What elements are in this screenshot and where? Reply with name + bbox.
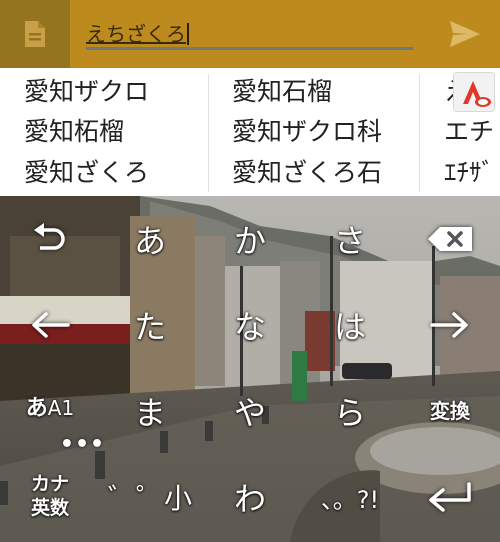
candidate-item[interactable]: 愛知ザクロ (24, 79, 149, 104)
enter-key[interactable] (400, 454, 500, 540)
backspace-key[interactable] (400, 196, 500, 282)
key-wa[interactable]: わ (200, 454, 300, 540)
candidate-item[interactable]: ｴﾁｻﾞ (444, 160, 494, 185)
candidate-panel: 愛知ザクロ 愛知柘榴 愛知ざくろ 愛知石榴 愛知ザクロ科 愛知ざくろ石 え エチ… (0, 68, 500, 196)
candidate-item[interactable]: 愛知柘榴 (24, 119, 124, 144)
mode-dots-indicator: ••• (59, 432, 106, 457)
cursor-left-key[interactable] (0, 282, 100, 368)
arrow-right-icon (430, 312, 468, 338)
candidate-item[interactable]: 愛知ざくろ (24, 160, 149, 185)
enter-icon (429, 482, 471, 512)
key-sa[interactable]: さ (300, 196, 400, 282)
mode-alnum-label: A1 (47, 396, 75, 420)
candidate-item[interactable]: 愛知ザクロ科 (232, 119, 382, 144)
input-bar: えちざくろ (0, 0, 500, 68)
key-ka[interactable]: か (200, 196, 300, 282)
candidate-item[interactable]: 愛知石榴 (232, 79, 332, 104)
key-ra[interactable]: ら (300, 368, 400, 454)
text-input[interactable]: えちざくろ (70, 0, 430, 68)
convert-key[interactable]: 変換 (400, 368, 500, 454)
key-na[interactable]: な (200, 282, 300, 368)
undo-key[interactable] (0, 196, 100, 282)
document-icon (25, 21, 45, 47)
key-a[interactable]: あ (100, 196, 200, 282)
candidate-item[interactable]: 愛知ざくろ石 (232, 160, 382, 185)
column-divider (208, 74, 209, 192)
input-text: えちざくろ (86, 18, 189, 47)
send-button[interactable] (430, 0, 500, 68)
undo-icon (34, 223, 65, 250)
cloud-conversion-button[interactable] (453, 72, 495, 112)
key-ta[interactable]: た (100, 282, 200, 368)
input-underline (86, 47, 413, 50)
eisu-label: 英数 (30, 497, 69, 519)
keyboard: あ か さ た な は あA1 ま や ら 変換 カナ 英数 ゛゜小 わ 、。?… (0, 196, 500, 542)
ime-screen: { "input": { "text": "えちざくろ" }, "candida… (0, 0, 500, 542)
cursor-right-key[interactable] (400, 282, 500, 368)
send-icon (450, 21, 480, 47)
punctuation-key[interactable]: 、。?! (300, 454, 400, 540)
arrow-left-icon (32, 312, 70, 338)
mode-hiragana-label: あ (25, 396, 48, 421)
kana-eisu-key[interactable]: カナ 英数 (0, 454, 100, 540)
text-caret (187, 23, 189, 45)
backspace-icon (428, 227, 472, 251)
kana-label: カナ (30, 473, 69, 496)
key-ha[interactable]: は (300, 282, 400, 368)
cloud-icon (463, 81, 491, 107)
dakuten-key[interactable]: ゛゜小 (100, 454, 200, 540)
key-ya[interactable]: や (200, 368, 300, 454)
document-button[interactable] (0, 0, 70, 68)
candidate-item[interactable]: エチ (444, 119, 494, 144)
